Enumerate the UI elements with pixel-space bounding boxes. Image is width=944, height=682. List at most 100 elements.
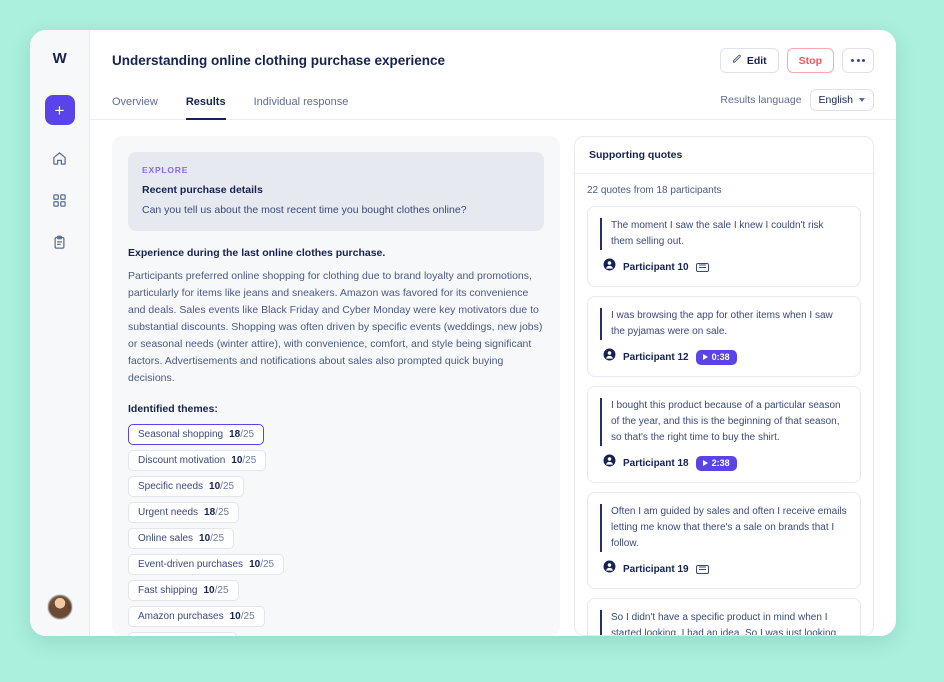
results-language-select[interactable]: English — [809, 89, 874, 111]
themes-list: Seasonal shopping 18/25 Discount motivatio… — [128, 424, 544, 636]
results-language-label: Results language — [720, 94, 802, 106]
theme-chip[interactable]: Online sales 10/25 — [128, 528, 235, 549]
theme-chip-denominator: /25 — [215, 507, 230, 518]
tab-individual-response[interactable]: Individual response — [254, 96, 349, 120]
theme-chip-count: 10 — [209, 481, 221, 492]
theme-chip[interactable]: Convenience10/25 — [128, 632, 238, 636]
theme-chip-denominator: /25 — [214, 585, 229, 596]
content-body: EXPLORE Recent purchase details Can you … — [90, 120, 896, 636]
theme-chip-count: 10 — [199, 533, 211, 544]
theme-chip-count: 18 — [229, 429, 241, 440]
quote-meta: Participant 18 2:38 — [600, 454, 848, 472]
tab-results[interactable]: Results — [185, 96, 226, 120]
stop-button-label: Stop — [798, 54, 822, 67]
theme-chip-denominator: /25 — [210, 533, 225, 544]
theme-chip-denominator: /25 — [260, 559, 275, 570]
theme-chip[interactable]: Seasonal shopping 18/25 — [128, 424, 265, 445]
quote-card[interactable]: I bought this product because of a parti… — [587, 386, 861, 483]
theme-chip-denominator: /25 — [220, 481, 235, 492]
theme-chip-count: 18 — [204, 507, 216, 518]
header-actions: Edit Stop — [719, 48, 874, 73]
chevron-down-icon — [859, 98, 865, 102]
quote-card[interactable]: Often I am guided by sales and often I r… — [587, 492, 861, 589]
quotes-list: The moment I saw the sale I knew I could… — [587, 206, 861, 635]
play-icon — [702, 354, 708, 360]
page-title: Understanding online clothing purchase e… — [112, 53, 446, 68]
theme-chip-count: 10 — [231, 455, 243, 466]
more-options-button[interactable] — [842, 48, 874, 73]
theme-chip[interactable]: Discount motivation 10/25 — [128, 450, 267, 471]
theme-chip[interactable]: Specific needs 10/25 — [128, 476, 245, 497]
theme-chip[interactable]: Amazon purchases 10/25 — [128, 606, 265, 627]
theme-chip-label: Fast shipping — [138, 585, 198, 596]
theme-chip-label: Seasonal shopping — [138, 429, 224, 440]
theme-chip[interactable]: Urgent needs 18/25 — [128, 502, 240, 523]
supporting-quotes-title: Supporting quotes — [575, 137, 873, 174]
home-icon — [52, 151, 67, 166]
ellipsis-icon — [851, 59, 865, 62]
play-audio-badge[interactable]: 2:38 — [695, 455, 737, 471]
theme-chip-label: Amazon purchases — [138, 611, 224, 622]
theme-chip[interactable]: Fast shipping 10/25 — [128, 580, 239, 601]
results-language-value: English — [818, 94, 853, 106]
audio-duration: 0:38 — [711, 352, 730, 362]
explore-question: Can you tell us about the most recent ti… — [142, 204, 467, 216]
audio-duration: 2:38 — [711, 458, 730, 468]
sidebar-item-home[interactable] — [45, 143, 75, 173]
participant-name: Participant 10 — [623, 261, 689, 273]
quote-card[interactable]: I was browsing the app for other items w… — [587, 296, 861, 377]
quotes-count: 22 quotes from 18 participants — [587, 185, 722, 196]
theme-chip-label: Online sales — [138, 533, 194, 544]
results-language: Results language English — [720, 89, 874, 119]
tabs: Overview Results Individual response — [112, 95, 720, 120]
quote-card[interactable]: So I didn't have a specific product in m… — [587, 598, 861, 635]
header: Understanding online clothing purchase e… — [90, 30, 896, 73]
theme-chip-count: 10 — [249, 559, 261, 570]
quotes-scroll-area[interactable]: 22 quotes from 18 participants The momen… — [575, 174, 873, 635]
quote-meta: Participant 19 — [600, 560, 848, 578]
theme-chip-label: Urgent needs — [138, 507, 199, 518]
theme-chip-count: 10 — [203, 585, 215, 596]
theme-chip-denominator: /25 — [240, 429, 255, 440]
tab-overview[interactable]: Overview — [112, 96, 158, 120]
stop-button[interactable]: Stop — [786, 48, 834, 73]
quote-text: So I didn't have a specific product in m… — [600, 610, 848, 635]
supporting-quotes-panel: Supporting quotes 22 quotes from 18 part… — [574, 136, 874, 636]
quote-text: The moment I saw the sale I knew I could… — [600, 218, 848, 250]
participant-name: Participant 12 — [623, 351, 689, 363]
explore-card: EXPLORE Recent purchase details Can you … — [128, 152, 544, 231]
theme-chip-label: Specific needs — [138, 481, 204, 492]
main-area: Understanding online clothing purchase e… — [90, 30, 896, 636]
theme-chip-label: Event-driven purchases — [138, 559, 244, 570]
theme-chip[interactable]: Event-driven purchases 10/25 — [128, 554, 285, 575]
left-rail: W + — [30, 30, 90, 636]
participant-icon — [603, 348, 616, 366]
create-new-button[interactable]: + — [44, 95, 75, 125]
participant-icon — [603, 454, 616, 472]
clipboard-icon — [52, 235, 67, 250]
explore-kicker: EXPLORE — [142, 165, 189, 175]
explore-title: Recent purchase details — [142, 184, 263, 196]
edit-button-label: Edit — [746, 54, 767, 67]
edit-button[interactable]: Edit — [719, 48, 779, 73]
themes-label: Identified themes: — [128, 403, 218, 415]
participant-icon — [603, 258, 616, 276]
avatar[interactable] — [46, 594, 73, 620]
keyboard-icon — [695, 564, 709, 574]
grid-icon — [52, 193, 67, 208]
play-icon — [702, 460, 708, 466]
participant-icon — [603, 560, 616, 578]
quote-text: Often I am guided by sales and often I r… — [600, 504, 848, 552]
quote-meta: Participant 10 — [600, 258, 848, 276]
theme-chip-denominator: /25 — [242, 455, 257, 466]
pencil-icon — [732, 54, 742, 67]
participant-name: Participant 18 — [623, 457, 689, 469]
quote-card[interactable]: The moment I saw the sale I knew I could… — [587, 206, 861, 287]
play-audio-badge[interactable]: 0:38 — [695, 349, 737, 365]
screen: W + Understanding online clothing purcha… — [0, 0, 944, 682]
sidebar-item-templates[interactable] — [45, 227, 75, 257]
theme-chip-denominator: /25 — [240, 611, 255, 622]
quote-meta: Participant 12 0:38 — [600, 348, 848, 366]
quote-text: I was browsing the app for other items w… — [600, 308, 848, 340]
sidebar-item-projects[interactable] — [45, 185, 75, 215]
